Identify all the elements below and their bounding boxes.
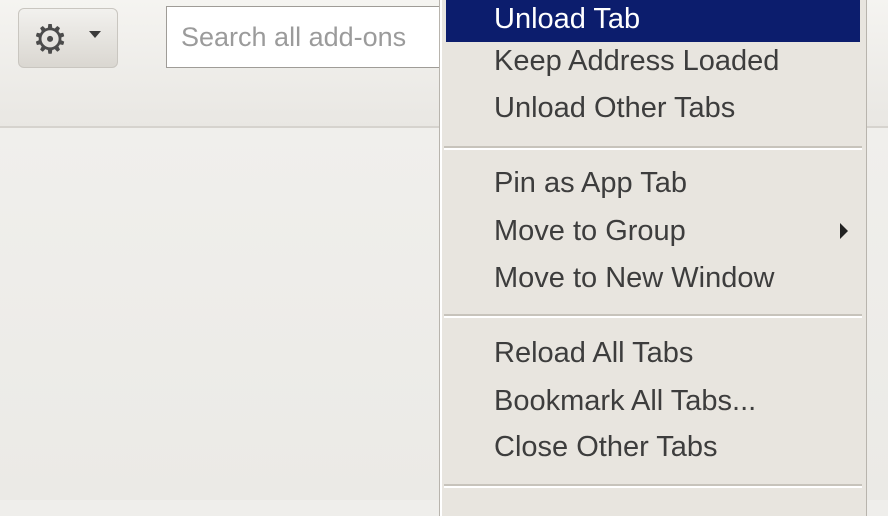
tab-context-menu: Unload Tab Keep Address Loaded Unload Ot… bbox=[440, 0, 866, 516]
menu-item-pin-as-app-tab[interactable]: Pin as App Tab bbox=[446, 160, 860, 206]
chevron-down-icon bbox=[89, 31, 101, 38]
menu-item-unload-tab[interactable]: Unload Tab bbox=[446, 0, 860, 42]
search-input[interactable]: Search all add-ons bbox=[166, 6, 466, 68]
menu-item-unload-other-tabs[interactable]: Unload Other Tabs bbox=[446, 85, 860, 131]
menu-separator bbox=[444, 484, 862, 488]
menu-item-reload-all-tabs[interactable]: Reload All Tabs bbox=[446, 330, 860, 376]
tools-menu-button[interactable]: ⚙ bbox=[18, 8, 118, 68]
menu-item-bookmark-all-tabs[interactable]: Bookmark All Tabs... bbox=[446, 378, 860, 424]
menu-item-label: Move to Group bbox=[494, 215, 686, 247]
menu-item-move-to-new-window[interactable]: Move to New Window bbox=[446, 255, 860, 301]
menu-separator bbox=[444, 314, 862, 318]
gear-icon: ⚙ bbox=[32, 17, 68, 63]
menu-item-keep-address-loaded[interactable]: Keep Address Loaded bbox=[446, 38, 860, 84]
menu-item-close-other-tabs[interactable]: Close Other Tabs bbox=[446, 424, 860, 470]
menu-separator bbox=[444, 146, 862, 150]
submenu-arrow-icon bbox=[840, 223, 848, 239]
menu-item-move-to-group[interactable]: Move to Group bbox=[446, 208, 860, 254]
